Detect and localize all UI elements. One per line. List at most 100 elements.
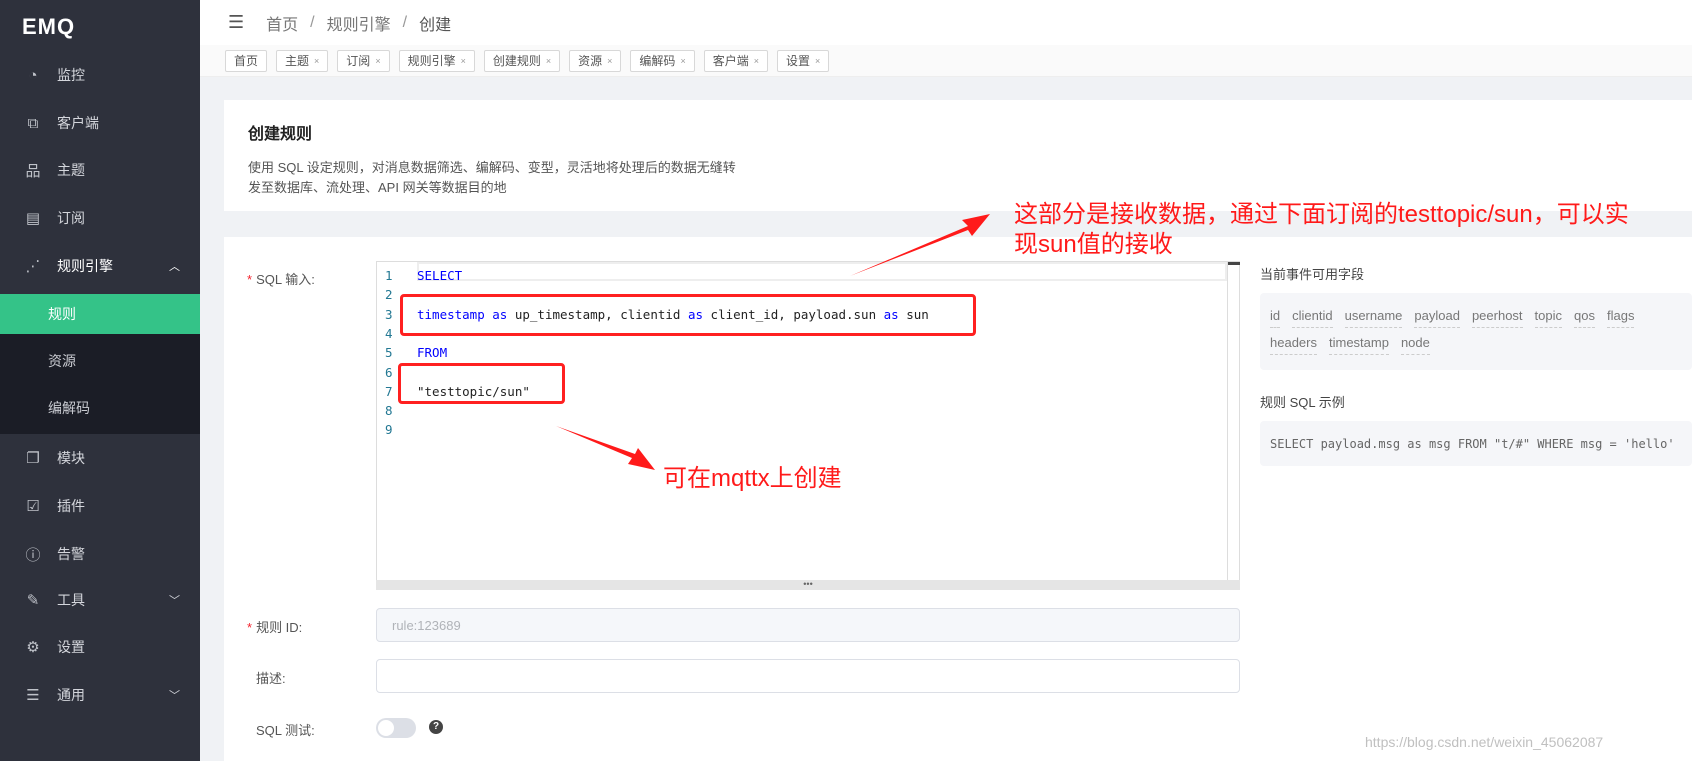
sidebar-item-label: 客户端 bbox=[57, 115, 99, 131]
tag-label: 订阅 bbox=[346, 54, 371, 68]
page-description: 使用 SQL 设定规则，对消息数据筛选、编解码、变型，灵活地将处理后的数据无缝转… bbox=[248, 160, 736, 195]
annotation-box-topic bbox=[398, 363, 565, 404]
tab-tag-0[interactable]: 首页 bbox=[225, 49, 268, 72]
close-icon[interactable]: × bbox=[546, 56, 551, 66]
sidebar-item-2[interactable]: 品主题 bbox=[0, 147, 200, 193]
field-chip[interactable]: node bbox=[1400, 332, 1430, 355]
tag-label: 设置 bbox=[785, 54, 810, 68]
tag-label: 主题 bbox=[285, 54, 310, 68]
sidebar-item-label: 告警 bbox=[57, 546, 85, 562]
clients-icon: ⧉ bbox=[27, 114, 39, 132]
sidebar-item-label: 监控 bbox=[57, 67, 85, 83]
subscription-icon: ▤ bbox=[25, 210, 41, 227]
close-icon[interactable]: × bbox=[375, 56, 380, 66]
breadcrumb-home[interactable]: 首页 bbox=[266, 11, 298, 35]
line-number: 1 bbox=[385, 268, 393, 283]
rule-id-input[interactable]: rule:123689 bbox=[376, 608, 1240, 642]
tab-tag-1[interactable]: 主题 × bbox=[276, 49, 329, 72]
breadcrumb-rule-engine[interactable]: 规则引擎 bbox=[327, 11, 391, 35]
submenu-item-0[interactable]: 规则 bbox=[0, 294, 200, 334]
tab-tag-2[interactable]: 订阅 × bbox=[337, 49, 390, 72]
field-chip[interactable]: timestamp bbox=[1328, 332, 1389, 355]
sidebar-item-label: 模块 bbox=[57, 450, 85, 466]
sidebar-item-1[interactable]: ⧉ 客户端 bbox=[0, 100, 200, 146]
line-number: 5 bbox=[385, 345, 393, 361]
close-icon[interactable]: × bbox=[607, 56, 612, 66]
sidebar: EMQ ◔ 监控 ⧉ 客户端品主题 ▤ 订阅 ⋰ 规则引擎 ︿ ❐ 模块 ☑ 插件 ⓘ 告警 ✎ 工具 ﹀ ⚙ 设置 ☰… bbox=[0, 0, 200, 761]
sidebar-item-label: 订阅 bbox=[57, 210, 85, 226]
submenu-item-2[interactable]: 编解码 bbox=[0, 388, 200, 428]
available-fields-title: 当前事件可用字段 bbox=[1260, 267, 1365, 282]
breadcrumb-current: 创建 bbox=[419, 16, 452, 34]
field-chip[interactable]: id bbox=[1270, 305, 1281, 328]
sidebar-item-label: 工具 bbox=[57, 592, 85, 608]
field-chip[interactable]: flags bbox=[1606, 305, 1635, 328]
dashboard-icon: ◔ bbox=[28, 66, 38, 84]
settings-icon: ⚙ bbox=[26, 639, 40, 656]
close-icon[interactable]: × bbox=[461, 56, 466, 66]
sidebar-item-9[interactable]: ⚙ 设置 bbox=[0, 624, 200, 670]
rule-engine-icon: ⋰ bbox=[25, 258, 41, 275]
close-icon[interactable]: × bbox=[815, 56, 820, 66]
annotation-note-1: 这部分是接收数据，通过下面订阅的testtopic/sun，可以实 现sun值的接… bbox=[1014, 201, 1629, 258]
rule-id-label: * 规则 ID: bbox=[247, 620, 303, 635]
chevron-up-icon: ︿ bbox=[169, 261, 180, 273]
emq-logo: EMQ bbox=[22, 14, 76, 39]
submenu-item-label: 资源 bbox=[48, 353, 76, 369]
tab-tag-4[interactable]: 创建规则 × bbox=[483, 49, 561, 72]
tab-tag-6[interactable]: 编解码 × bbox=[630, 49, 695, 72]
sql-test-toggle[interactable] bbox=[376, 718, 416, 738]
tab-tag-8[interactable]: 设置 × bbox=[776, 49, 830, 72]
close-icon[interactable]: × bbox=[680, 56, 685, 66]
sidebar-item-6[interactable]: ☑ 插件 bbox=[0, 483, 200, 529]
submenu-item-label: 编解码 bbox=[48, 400, 90, 416]
field-chip[interactable]: topic bbox=[1534, 305, 1563, 328]
sidebar-item-label: 通用 bbox=[57, 687, 85, 703]
modules-icon: ❐ bbox=[26, 450, 40, 467]
sidebar-item-7[interactable]: ⓘ 告警 bbox=[0, 531, 200, 577]
sidebar-item-10[interactable]: ☰ 通用 ﹀ bbox=[0, 672, 200, 718]
sidebar-item-8[interactable]: ✎ 工具 ﹀ bbox=[0, 577, 200, 623]
tag-label: 客户端 bbox=[712, 54, 749, 68]
submenu-item-label: 规则 bbox=[48, 306, 76, 322]
description-input[interactable] bbox=[376, 659, 1240, 693]
submenu-item-1[interactable]: 资源 bbox=[0, 341, 200, 381]
line-number: 9 bbox=[385, 422, 393, 438]
annotation-box-select-fields bbox=[400, 294, 976, 336]
tag-label: 资源 bbox=[578, 54, 603, 68]
field-chip[interactable]: headers bbox=[1270, 332, 1317, 355]
description-label: 描述: bbox=[256, 671, 286, 686]
field-chip[interactable]: qos bbox=[1574, 305, 1595, 328]
sql-example-title: 规则 SQL 示例 bbox=[1260, 395, 1345, 410]
chevron-down-icon: ﹀ bbox=[169, 690, 180, 702]
close-icon[interactable]: × bbox=[314, 56, 319, 66]
sidebar-item-0[interactable]: ◔ 监控 bbox=[0, 52, 200, 98]
sidebar-item-label: 插件 bbox=[57, 498, 85, 514]
alarm-icon: ⓘ bbox=[25, 546, 41, 564]
code-line: 9 bbox=[377, 420, 417, 439]
plugins-icon: ☑ bbox=[26, 498, 40, 515]
topic-tree-icon: 品 bbox=[25, 162, 41, 180]
close-icon[interactable]: × bbox=[754, 56, 759, 66]
tab-tag-5[interactable]: 资源 × bbox=[569, 49, 622, 72]
editor-scrollbar[interactable] bbox=[1227, 262, 1240, 589]
field-chip[interactable]: clientid bbox=[1292, 305, 1333, 328]
available-fields: id clientid username payload peerhost topic qo… bbox=[1260, 293, 1692, 370]
annotation-note-2: 可在mqttx上创建 bbox=[663, 465, 842, 492]
menu-collapse-icon[interactable]: ☰ bbox=[228, 12, 244, 33]
field-chip[interactable]: peerhost bbox=[1471, 305, 1523, 328]
sidebar-item-5[interactable]: ❐ 模块 bbox=[0, 435, 200, 481]
question-circle-icon[interactable]: ? bbox=[429, 720, 443, 734]
watermark: https://blog.csdn.net/weixin_45062087 bbox=[1365, 734, 1604, 750]
field-chip[interactable]: payload bbox=[1414, 305, 1460, 328]
field-chip[interactable]: username bbox=[1344, 305, 1403, 328]
tag-label: 规则引擎 bbox=[407, 54, 456, 68]
editor-resize-handle[interactable]: ••• bbox=[376, 580, 1240, 590]
tools-icon: ✎ bbox=[26, 592, 40, 609]
tab-tag-3[interactable]: 规则引擎 × bbox=[398, 49, 475, 72]
sidebar-item-4[interactable]: ⋰ 规则引擎 ︿ bbox=[0, 243, 200, 289]
sidebar-item-label: 设置 bbox=[57, 639, 85, 655]
tab-tag-7[interactable]: 客户端 × bbox=[703, 49, 768, 72]
sql-test-label: SQL 测试: bbox=[256, 723, 315, 738]
sidebar-item-3[interactable]: ▤ 订阅 bbox=[0, 195, 200, 241]
